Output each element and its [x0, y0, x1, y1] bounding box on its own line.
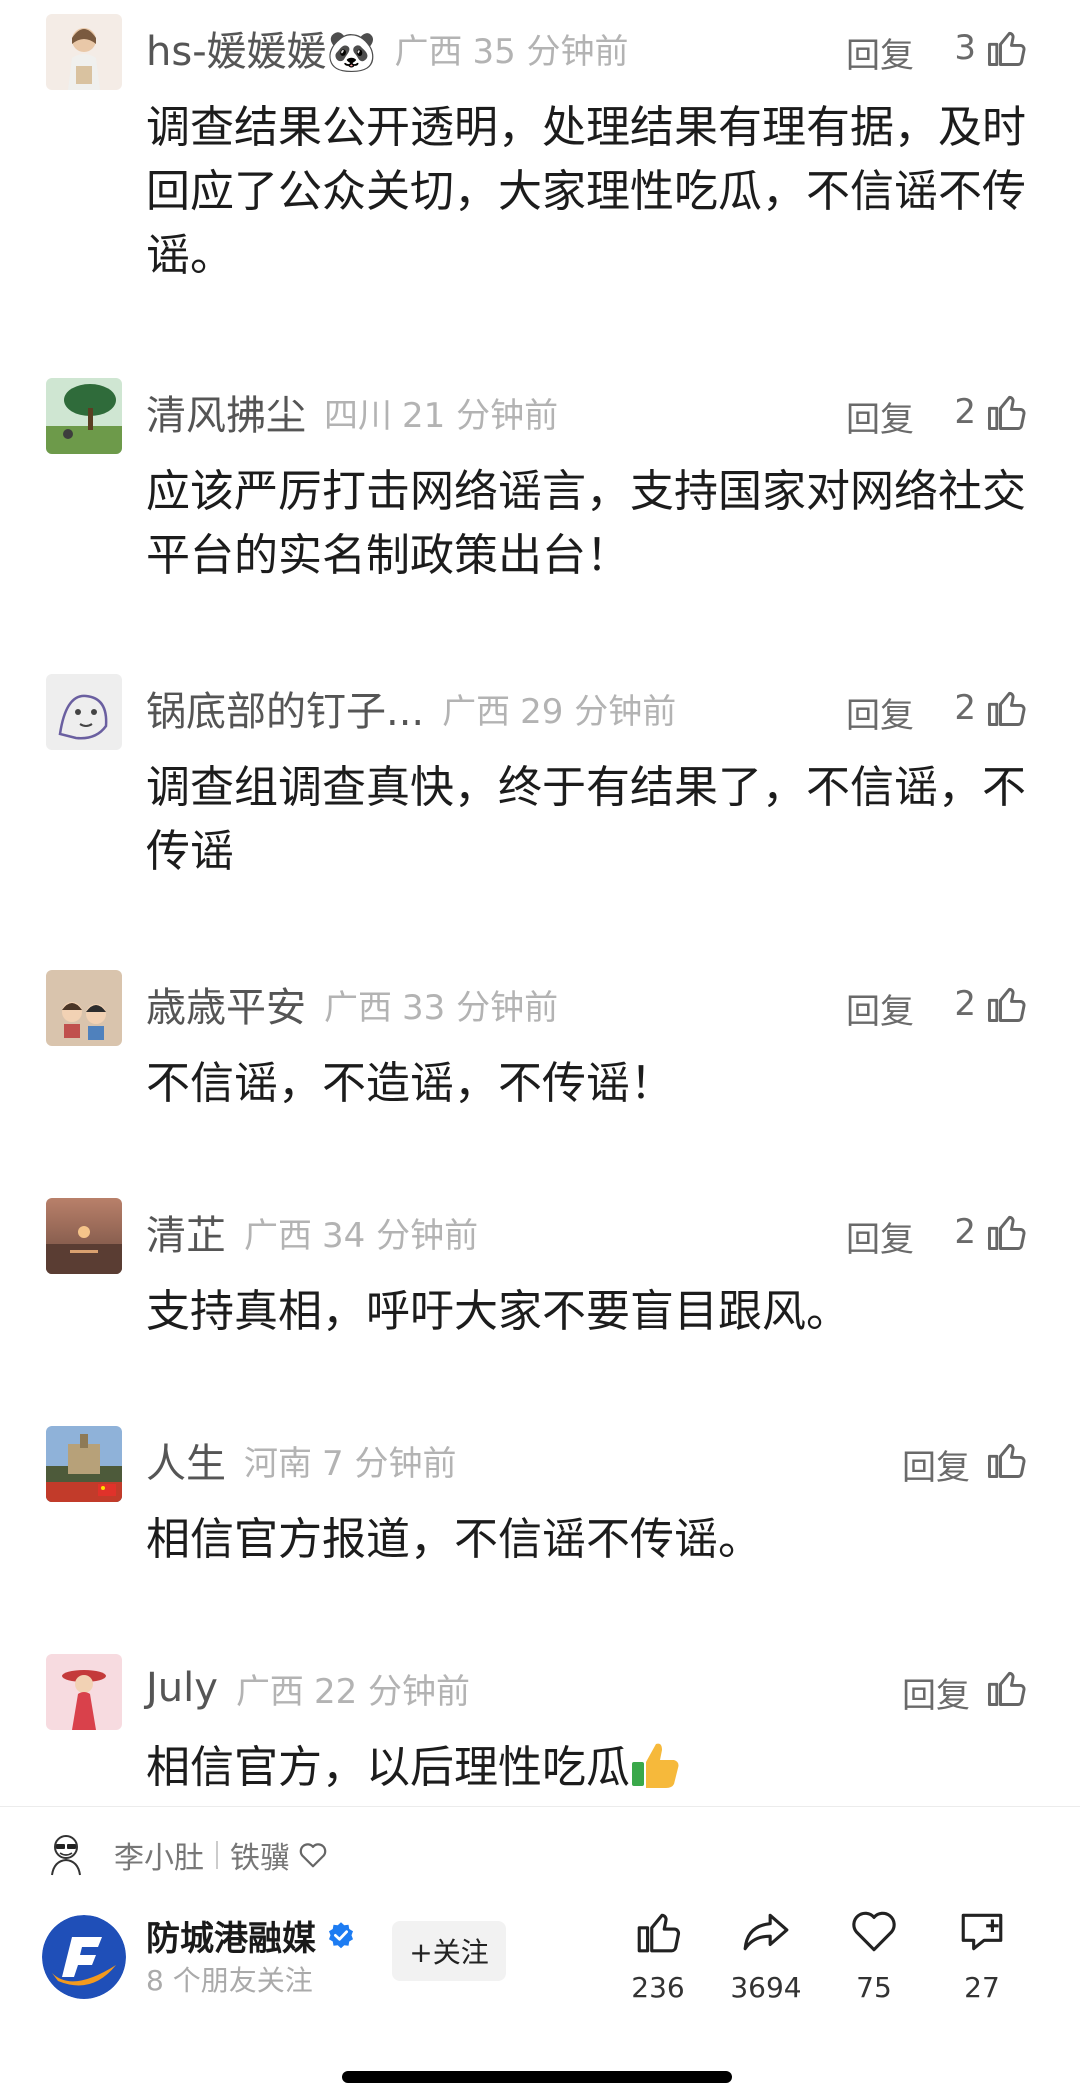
reply-button[interactable]: 回复 [846, 1212, 914, 1261]
thumbs-up-icon [988, 691, 1026, 726]
comment-username[interactable]: 清风拂尘 [146, 383, 306, 441]
publisher-logo[interactable] [42, 1915, 126, 1999]
comment-count: 27 [964, 1971, 1000, 2004]
avatar[interactable] [46, 14, 122, 90]
avatar[interactable] [46, 1198, 122, 1274]
comment-time: 33 分钟前 [402, 987, 559, 1028]
editor-row: 李小肚 铁骥 [46, 1831, 328, 1879]
bottom-bar: 李小肚 铁骥 防城港融媒 8 个朋友关注 +关注 236 3694 75 27 [0, 1806, 1080, 2099]
editor-name[interactable]: 李小肚 [114, 1833, 204, 1877]
comment-username[interactable]: 歳歳平安 [146, 975, 306, 1033]
like-button[interactable]: 2 [954, 982, 1028, 1026]
comment-add-icon [961, 1913, 1003, 1951]
favorite-count: 75 [856, 1971, 892, 2004]
reply-button[interactable]: 回复 [902, 1440, 970, 1489]
follow-button[interactable]: +关注 [392, 1921, 506, 1981]
like-count: 2 [954, 984, 976, 1024]
comment-time: 21 分钟前 [402, 395, 559, 436]
comment-username[interactable]: 清芷 [146, 1203, 226, 1261]
reply-button[interactable]: 回复 [846, 688, 914, 737]
thumbs-up-icon [988, 987, 1026, 1022]
home-indicator[interactable] [342, 2071, 732, 2083]
comment-text: 相信官方，以后理性吃瓜 [146, 1736, 1036, 1800]
like-count: 2 [954, 688, 976, 728]
comment-region: 广西 [442, 691, 511, 732]
avatar[interactable] [46, 674, 122, 750]
comment-header: July 广西 22 分钟前 [146, 1658, 470, 1718]
comment-header: 清风拂尘 四川 21 分钟前 [146, 382, 558, 442]
like-button[interactable]: 2 [954, 390, 1028, 434]
avatar[interactable] [46, 1426, 122, 1502]
comment-header: hs-媛媛媛🐼 广西 35 分钟前 [146, 18, 629, 78]
like-button[interactable]: 3 [954, 26, 1028, 70]
thumbs-up-icon [988, 1671, 1026, 1706]
reply-button[interactable]: 回复 [846, 392, 914, 441]
comment-action[interactable]: 27 [932, 1907, 1032, 2004]
comment-text: 应该严厉打击网络谣言，支持国家对网络社交平台的实名制政策出台！ [146, 466, 1026, 581]
reply-button[interactable]: 回复 [846, 28, 914, 77]
comment-text: 调查组调查真快，终于有结果了，不信谣，不传谣 [146, 762, 1026, 877]
comment-time: 34 分钟前 [322, 1215, 479, 1256]
comment-header: 歳歳平安 广西 33 分钟前 [146, 974, 558, 1034]
editor-avatar-icon [51, 1835, 81, 1876]
like-button[interactable] [976, 1666, 1028, 1710]
comment-header: 锅底部的钉子... 广西 29 分钟前 [146, 678, 676, 738]
like-button[interactable]: 2 [954, 1210, 1028, 1254]
heart-icon [852, 1911, 896, 1952]
like-count: 2 [954, 1212, 976, 1252]
like-count: 2 [954, 392, 976, 432]
publisher-friends-following: 8 个朋友关注 [146, 1964, 313, 1997]
thumbs-up-icon [988, 1443, 1026, 1478]
comment-region: 广西 [244, 1215, 312, 1256]
comment-text: 相信官方报道，不信谣不传谣。 [146, 1514, 762, 1565]
thumbs-up-icon [637, 1913, 681, 1953]
avatar[interactable] [46, 970, 122, 1046]
favorite-action[interactable]: 75 [824, 1907, 924, 2004]
heart-outline-icon[interactable] [298, 1841, 328, 1869]
like-count: 236 [631, 1971, 685, 2004]
comment-text-content: 相信官方，以后理性吃瓜 [146, 1742, 630, 1793]
comment-header: 人生 河南 7 分钟前 [146, 1430, 456, 1490]
comment-header: 清芷 广西 34 分钟前 [146, 1202, 478, 1262]
like-button[interactable]: 2 [954, 686, 1028, 730]
thumbs-up-icon [988, 31, 1026, 66]
comment-time: 7 分钟前 [322, 1443, 457, 1484]
share-arrow-icon [743, 1913, 789, 1951]
verified-badge-icon [329, 1921, 353, 1948]
comment-region: 河南 [244, 1443, 312, 1484]
comment-text: 调查结果公开透明，处理结果有理有据，及时回应了公众关切，大家理性吃瓜，不信谣不传… [146, 102, 1026, 281]
comment-time: 29 分钟前 [520, 691, 677, 732]
share-action[interactable]: 3694 [716, 1907, 816, 2004]
comment-username[interactable]: 锅底部的钉子... [146, 679, 424, 737]
share-count: 3694 [730, 1971, 802, 2004]
comment-time: 22 分钟前 [313, 1671, 471, 1712]
reply-button[interactable]: 回复 [902, 1668, 970, 1717]
comment-username[interactable]: July [146, 1665, 218, 1711]
publisher-name[interactable]: 防城港融媒 [146, 1911, 316, 1960]
publisher-name-row: 防城港融媒 [146, 1911, 356, 1960]
comment-region: 广西 [324, 987, 392, 1028]
comment-username[interactable]: 人生 [146, 1431, 226, 1489]
comment-region: 广西 [235, 1671, 304, 1712]
divider [216, 1841, 218, 1869]
comment-text: 不信谣，不造谣，不传谣！ [146, 1058, 674, 1109]
thumbs-up-icon [988, 1215, 1026, 1250]
comment-time: 35 分钟前 [472, 31, 629, 72]
comment-text: 支持真相，呼吁大家不要盲目跟风。 [146, 1286, 850, 1337]
reply-button[interactable]: 回复 [846, 984, 914, 1033]
comment-region: 四川 [324, 395, 392, 436]
avatar[interactable] [46, 1654, 122, 1730]
thumbs-up-emoji-icon [632, 1743, 679, 1788]
like-count: 3 [954, 28, 976, 68]
comment-region: 广西 [394, 31, 463, 72]
like-button[interactable] [976, 1438, 1028, 1482]
avatar[interactable] [46, 378, 122, 454]
like-action[interactable]: 236 [608, 1907, 708, 2004]
editor-role: 铁骥 [230, 1841, 290, 1876]
thumbs-up-icon [988, 395, 1026, 430]
comment-username[interactable]: hs-媛媛媛🐼 [146, 19, 376, 77]
